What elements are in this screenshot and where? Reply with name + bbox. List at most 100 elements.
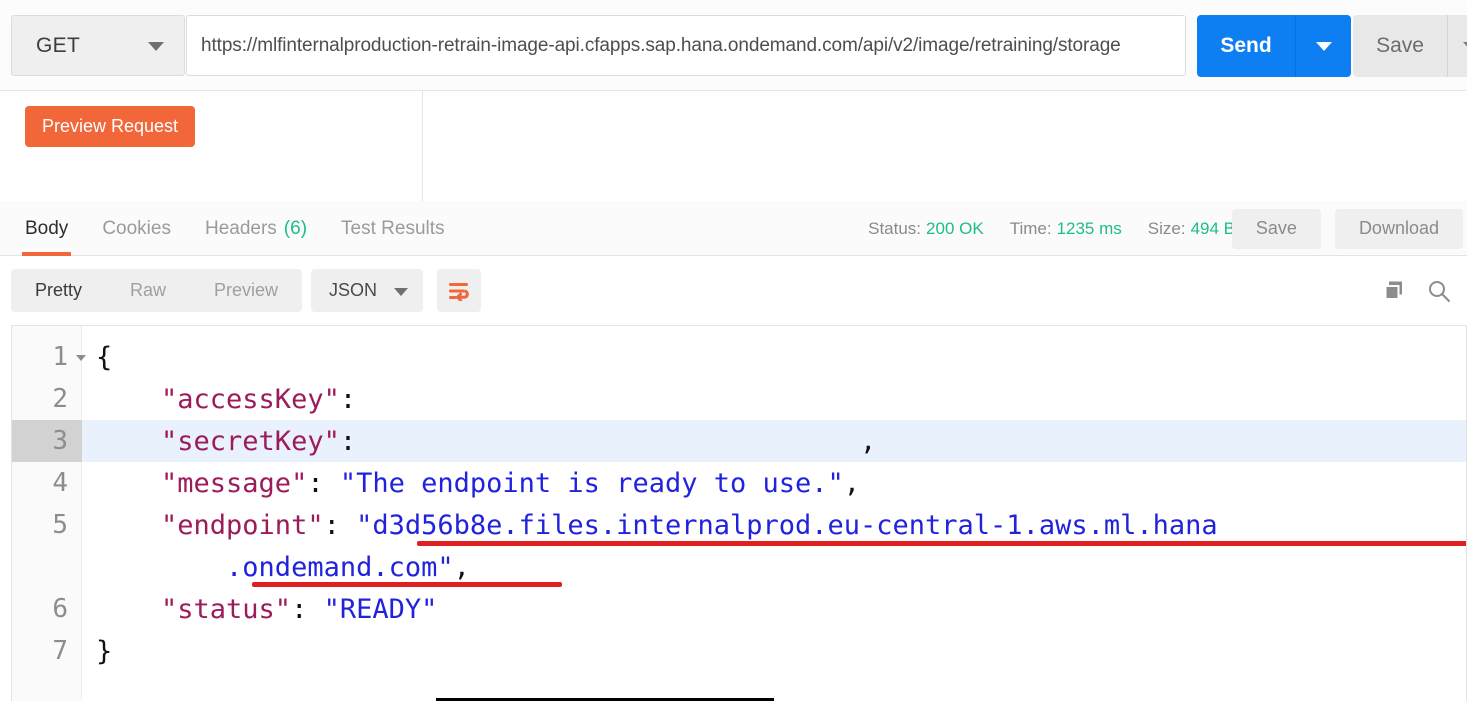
save-request-button[interactable]: Save [1353,15,1447,77]
code-token: , [453,551,470,583]
code-line: 5 "endpoint": "d3d56b8e.files.internalpr… [12,504,1466,546]
code-token: : [323,509,357,541]
download-response-button[interactable]: Download [1334,208,1463,249]
line-content: .ondemand.com", [82,552,470,583]
copy-button[interactable] [1373,269,1417,312]
line-number: 7 [52,636,68,666]
chevron-down-icon [1315,41,1332,51]
code-token: "endpoint" [96,509,324,541]
response-meta: Status: 200 OK Time: 1235 ms Size: 494 B [842,201,1235,256]
format-mode-pretty[interactable]: Pretty [11,269,106,312]
line-number: 6 [52,594,68,624]
code-line: .ondemand.com", [12,546,1466,588]
time-label: Time: [1009,218,1052,238]
code-token: "status" [96,593,292,625]
fold-toggle-icon[interactable] [76,355,86,361]
code-line: 7} [12,630,1466,672]
code-token: "secretKey" [96,425,340,457]
response-tools [1373,269,1461,312]
time-value: 1235 ms [1056,218,1122,238]
line-content: } [82,636,112,667]
tab-headers-count: (6) [283,217,308,239]
response-language-select[interactable]: JSON [311,269,423,312]
tab-test-results-label: Test Results [341,217,445,239]
annotation-underline-endpoint-1 [417,541,1466,546]
response-body-viewer[interactable]: 1{2 "accessKey": 3 "secretKey": ,4 "messa… [11,325,1467,701]
response-actions: Save Download [1218,201,1467,256]
line-number: 2 [52,384,68,414]
line-content: "message": "The endpoint is ready to use… [82,468,860,499]
response-tablist: Body Cookies Headers (6) Test Results [8,201,462,256]
copy-icon [1384,281,1402,300]
postman-window: GET https://mlfinternalproduction-retrai… [0,0,1467,701]
response-body-code[interactable]: 1{2 "accessKey": 3 "secretKey": ,4 "messa… [12,326,1466,701]
http-method-select[interactable]: GET [11,15,185,76]
format-mode-preview[interactable]: Preview [190,269,302,312]
preview-request-button[interactable]: Preview Request [25,106,195,147]
http-method-label: GET [36,33,81,57]
save-button-group: Save [1353,15,1467,77]
request-url-value: https://mlfinternalproduction-retrain-im… [201,34,1121,56]
code-token: : [339,383,357,415]
code-line: 3 "secretKey": , [12,420,1466,462]
code-token: { [96,341,113,373]
status-meta: Status: 200 OK [868,219,984,239]
response-format-bar: Pretty Raw Preview JSON [0,256,1467,325]
code-token: "d3d56b8e.files.internalprod.eu-central-… [356,509,1218,541]
wrap-lines-button[interactable] [437,269,481,312]
tab-headers[interactable]: Headers (6) [188,201,324,256]
save-response-button[interactable]: Save [1231,208,1321,249]
code-token: "READY" [323,593,438,625]
code-line: 2 "accessKey": [12,378,1466,420]
wrap-lines-icon [449,282,469,301]
code-token: : [291,593,324,625]
code-line: 6 "status": "READY" [12,588,1466,630]
tab-body[interactable]: Body [8,201,85,256]
code-token: : [307,467,340,499]
line-content: "status": "READY" [82,594,437,625]
request-url-input[interactable]: https://mlfinternalproduction-retrain-im… [186,15,1186,76]
request-config-panel: Preview Request [0,91,1467,201]
code-token: "accessKey" [96,383,340,415]
code-token: : [339,425,357,457]
tab-cookies[interactable]: Cookies [85,201,188,256]
format-mode-raw[interactable]: Raw [106,269,190,312]
line-content: "secretKey": , [82,426,876,457]
time-meta: Time: 1235 ms [1010,219,1122,239]
line-content: "endpoint": "d3d56b8e.files.internalprod… [82,510,1218,541]
tab-test-results[interactable]: Test Results [324,201,461,256]
annotation-underline-endpoint-2 [252,582,562,587]
code-token: , [843,467,861,499]
send-button-group: Send [1197,15,1351,77]
response-language-value: JSON [329,280,378,300]
status-label: Status: [868,218,922,238]
send-options-button[interactable] [1295,15,1351,77]
line-number: 1 [52,342,68,372]
code-token: .ondemand.com" [96,551,454,583]
chevron-down-icon [148,41,164,51]
code-token: } [96,635,113,667]
code-token: , [860,425,877,457]
code-token: "message" [96,467,308,499]
chevron-down-icon [1462,41,1467,51]
search-button[interactable] [1417,269,1461,312]
response-tabs-bar: Body Cookies Headers (6) Test Results St… [0,201,1467,256]
format-mode-group: Pretty Raw Preview [11,269,303,312]
tab-headers-label: Headers [204,217,277,239]
code-token: "The endpoint is ready to use." [339,467,844,499]
tab-body-label: Body [25,217,69,239]
tab-cookies-label: Cookies [102,217,171,239]
size-label: Size: [1147,218,1186,238]
send-button[interactable]: Send [1197,15,1295,77]
line-content: "accessKey": [82,384,356,415]
code-line: 4 "message": "The endpoint is ready to u… [12,462,1466,504]
chevron-down-icon [394,287,408,296]
search-icon [1429,280,1450,302]
line-content: { [82,342,112,373]
line-number: 3 [12,420,82,462]
save-options-button[interactable] [1447,15,1467,77]
code-line: 1{ [12,336,1466,378]
line-number: 5 [52,510,68,540]
line-number: 4 [52,468,68,498]
